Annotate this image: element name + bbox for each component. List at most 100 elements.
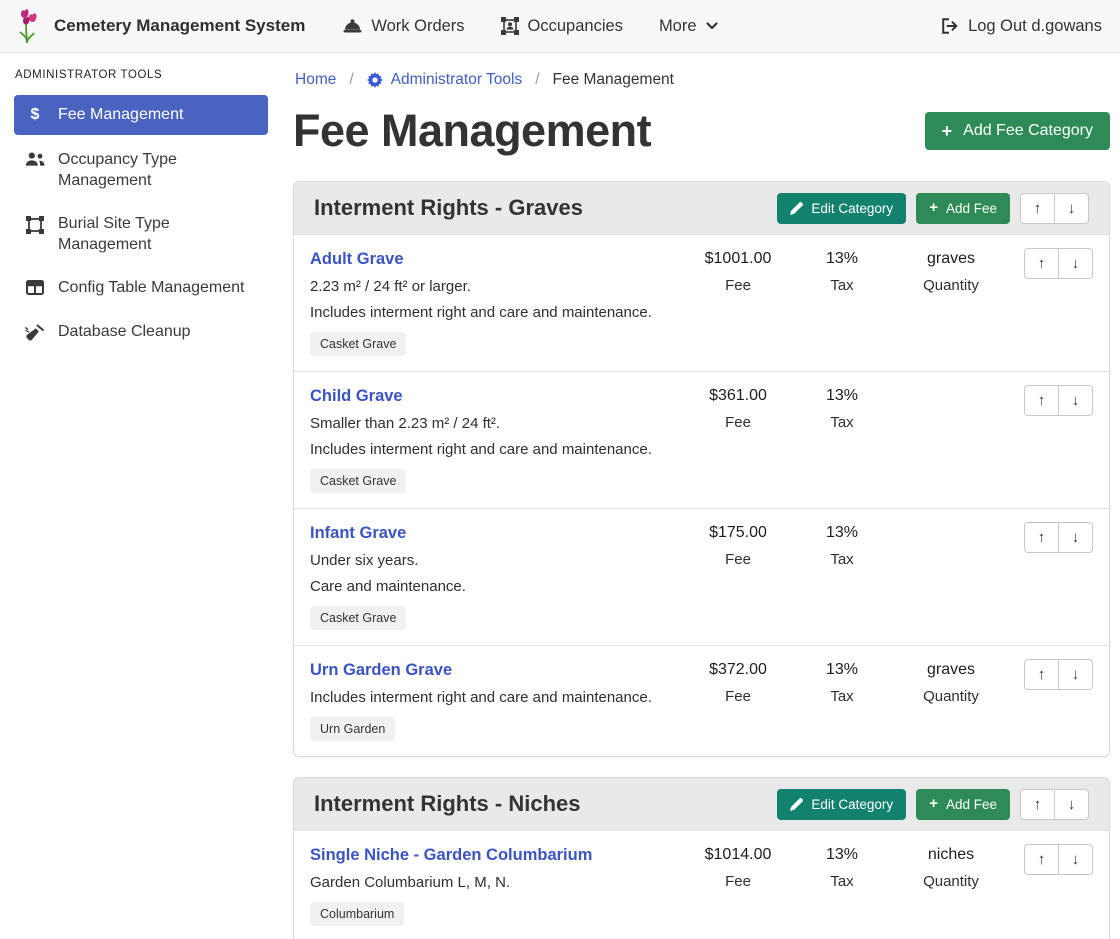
- arrow-down-icon: ↓: [1072, 392, 1080, 409]
- add-fee-button[interactable]: + Add Fee: [916, 789, 1010, 820]
- category-move-down-button[interactable]: ↓: [1054, 193, 1089, 224]
- logout-icon: [941, 18, 959, 34]
- arrow-down-icon: ↓: [1072, 851, 1080, 868]
- quantity-unit: graves: [892, 661, 1010, 679]
- hard-hat-icon: [343, 18, 362, 34]
- fee-move-down-button[interactable]: ↓: [1058, 522, 1093, 553]
- fee-move-up-button[interactable]: ↑: [1024, 522, 1059, 553]
- page-title: Fee Management: [293, 105, 651, 157]
- fee-name-link[interactable]: Single Niche - Garden Columbarium: [310, 846, 592, 865]
- sidebar-heading: ADMINISTRATOR TOOLS: [15, 69, 268, 81]
- plus-icon: +: [942, 123, 953, 139]
- arrow-up-icon: ↑: [1038, 255, 1046, 272]
- arrow-up-icon: ↑: [1038, 666, 1046, 683]
- logout-link[interactable]: Log Out d.gowans: [941, 17, 1102, 36]
- fee-amount: $372.00: [684, 661, 792, 679]
- breadcrumb-admin-tools-link[interactable]: Administrator Tools: [367, 71, 523, 89]
- fee-name-link[interactable]: Adult Grave: [310, 250, 404, 269]
- fee-row: Single Niche - Garden Columbarium Garden…: [294, 830, 1109, 939]
- tax-column-label: Tax: [792, 873, 892, 890]
- fee-column-label: Fee: [684, 551, 792, 568]
- fee-move-down-button[interactable]: ↓: [1058, 385, 1093, 416]
- fee-move-up-button[interactable]: ↑: [1024, 385, 1059, 416]
- fee-name-link[interactable]: Urn Garden Grave: [310, 661, 452, 680]
- fee-name-link[interactable]: Child Grave: [310, 387, 403, 406]
- fee-column-label: Fee: [684, 277, 792, 294]
- category-move-up-button[interactable]: ↑: [1020, 193, 1055, 224]
- top-navbar: Cemetery Management System Work Orders O…: [0, 0, 1120, 53]
- edit-category-button[interactable]: Edit Category: [777, 789, 906, 820]
- add-fee-category-button[interactable]: + Add Fee Category: [925, 112, 1110, 150]
- category-move-up-button[interactable]: ↑: [1020, 789, 1055, 820]
- tax-column-label: Tax: [792, 688, 892, 705]
- sidebar-item-fee-management[interactable]: $ Fee Management: [14, 95, 268, 135]
- logout-label: Log Out d.gowans: [968, 17, 1102, 36]
- fee-row: Adult Grave 2.23 m² / 24 ft² or larger. …: [294, 234, 1109, 371]
- edit-category-button[interactable]: Edit Category: [777, 193, 906, 224]
- occupancy-frame-icon: [501, 17, 519, 35]
- app-brand[interactable]: Cemetery Management System: [18, 8, 305, 44]
- breadcrumb-separator: /: [349, 71, 353, 89]
- plus-icon: +: [929, 201, 938, 215]
- fee-category-card-niches: Interment Rights - Niches Edit Category …: [293, 777, 1110, 939]
- arrow-up-icon: ↑: [1038, 392, 1046, 409]
- fee-description: Includes interment right and care and ma…: [310, 304, 678, 321]
- fee-amount: $1014.00: [684, 846, 792, 864]
- arrow-up-icon: ↑: [1038, 851, 1046, 868]
- sidebar-item-burial-site-type-management[interactable]: Burial Site Type Management: [14, 206, 268, 263]
- tax-column-label: Tax: [792, 551, 892, 568]
- main-content: Home / Administrator Tools / Fee Managem…: [280, 53, 1120, 939]
- arrow-up-icon: ↑: [1034, 200, 1042, 217]
- sidebar-item-config-table-management[interactable]: Config Table Management: [14, 270, 268, 306]
- fee-move-up-button[interactable]: ↑: [1024, 248, 1059, 279]
- arrow-down-icon: ↓: [1068, 796, 1076, 813]
- tax-value: 13%: [792, 661, 892, 679]
- quantity-unit: niches: [892, 846, 1010, 864]
- app-title: Cemetery Management System: [54, 16, 305, 36]
- fee-move-up-button[interactable]: ↑: [1024, 844, 1059, 875]
- fee-move-up-button[interactable]: ↑: [1024, 659, 1059, 690]
- sidebar-item-occupancy-type-management[interactable]: Occupancy Type Management: [14, 142, 268, 199]
- sidebar-item-database-cleanup[interactable]: Database Cleanup: [14, 314, 268, 350]
- fee-description: Care and maintenance.: [310, 578, 678, 595]
- fee-move-down-button[interactable]: ↓: [1058, 844, 1093, 875]
- category-move-down-button[interactable]: ↓: [1054, 789, 1089, 820]
- users-icon: [25, 152, 45, 167]
- nav-occupancies[interactable]: Occupancies: [501, 17, 623, 36]
- category-header: Interment Rights - Graves Edit Category …: [294, 182, 1109, 234]
- fee-amount: $1001.00: [684, 250, 792, 268]
- nav-work-orders-label: Work Orders: [371, 17, 464, 36]
- arrow-up-icon: ↑: [1034, 796, 1042, 813]
- fee-move-down-button[interactable]: ↓: [1058, 659, 1093, 690]
- quantity-column-label: Quantity: [892, 873, 1010, 890]
- pencil-icon: [790, 202, 803, 215]
- vector-square-icon: [25, 216, 45, 234]
- nav-more-label: More: [659, 17, 697, 36]
- fee-amount: $361.00: [684, 387, 792, 405]
- category-title: Interment Rights - Niches: [314, 791, 777, 817]
- add-fee-button[interactable]: + Add Fee: [916, 193, 1010, 224]
- fee-description: Includes interment right and care and ma…: [310, 441, 678, 458]
- arrow-down-icon: ↓: [1072, 529, 1080, 546]
- nav-more[interactable]: More: [659, 17, 718, 36]
- broom-icon: [25, 324, 45, 341]
- fee-type-badge: Casket Grave: [310, 332, 406, 356]
- tax-value: 13%: [792, 250, 892, 268]
- breadcrumb-home-link[interactable]: Home: [295, 71, 336, 89]
- fee-column-label: Fee: [684, 414, 792, 431]
- sidebar-item-label: Occupancy Type Management: [58, 150, 257, 191]
- fee-amount: $175.00: [684, 524, 792, 542]
- sidebar-item-label: Fee Management: [58, 105, 183, 125]
- fee-move-down-button[interactable]: ↓: [1058, 248, 1093, 279]
- fee-description: 2.23 m² / 24 ft² or larger.: [310, 278, 678, 295]
- arrow-up-icon: ↑: [1038, 529, 1046, 546]
- tax-value: 13%: [792, 387, 892, 405]
- quantity-column-label: Quantity: [892, 688, 1010, 705]
- table-icon: [25, 280, 45, 295]
- arrow-down-icon: ↓: [1068, 200, 1076, 217]
- category-title: Interment Rights - Graves: [314, 195, 777, 221]
- dollar-icon: $: [25, 107, 45, 123]
- fee-row: Child Grave Smaller than 2.23 m² / 24 ft…: [294, 371, 1109, 508]
- fee-name-link[interactable]: Infant Grave: [310, 524, 406, 543]
- nav-work-orders[interactable]: Work Orders: [343, 17, 464, 36]
